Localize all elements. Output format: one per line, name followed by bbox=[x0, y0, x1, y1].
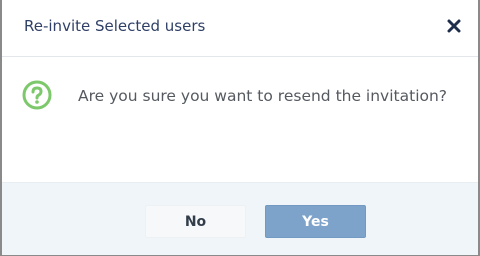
dialog-title-bar: Re-invite Selected users bbox=[2, 0, 478, 57]
dialog-footer: No Yes bbox=[2, 182, 478, 255]
no-button[interactable]: No bbox=[145, 205, 246, 238]
yes-button[interactable]: Yes bbox=[265, 205, 366, 238]
reinvite-dialog: Re-invite Selected users Are you sure yo… bbox=[0, 0, 480, 256]
dialog-title: Re-invite Selected users bbox=[24, 17, 206, 35]
question-icon bbox=[22, 80, 52, 110]
confirmation-message: Are you sure you want to resend the invi… bbox=[78, 87, 448, 105]
dialog-body: Are you sure you want to resend the invi… bbox=[2, 57, 478, 169]
close-icon[interactable] bbox=[444, 16, 464, 36]
